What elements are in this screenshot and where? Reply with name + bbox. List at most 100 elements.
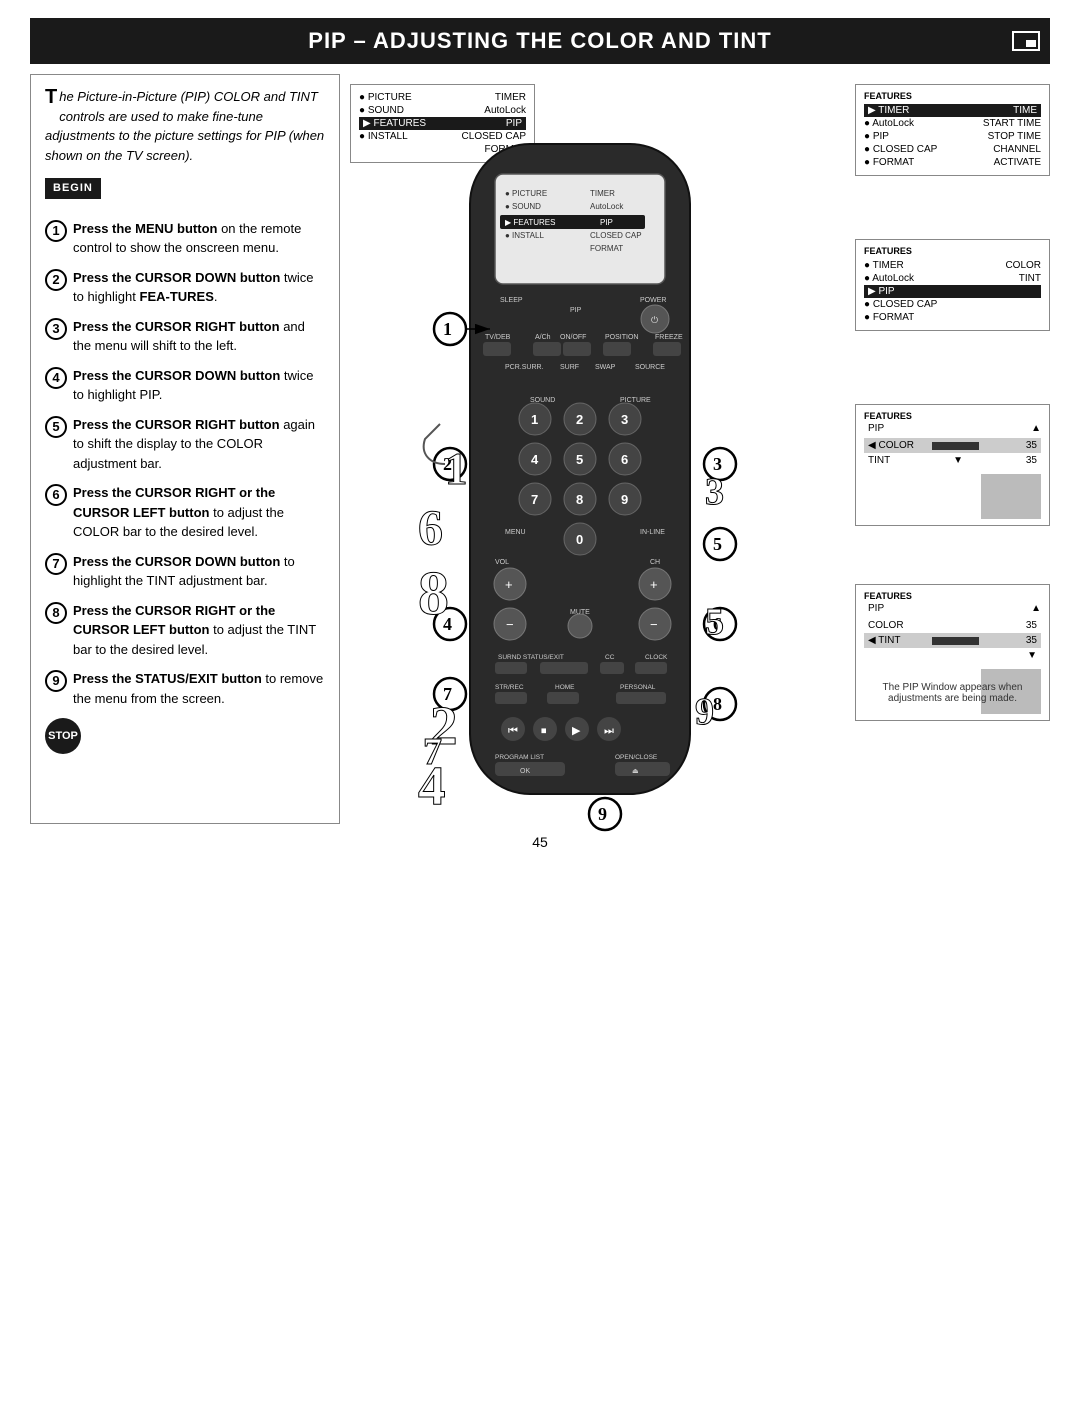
svg-text:● PICTURE: ● PICTURE [505, 189, 547, 198]
step-content-6: Press the CURSOR RIGHT or the CURSOR LEF… [73, 483, 325, 542]
step-content-1: Press the MENU button on the remote cont… [73, 219, 325, 258]
svg-text:IN-LINE: IN-LINE [640, 529, 665, 536]
color-bar-row: ◀ COLOR 35 [864, 438, 1041, 453]
svg-text:MENU: MENU [505, 529, 526, 536]
features-menu-1: FEATURES ▶ TIMERTIME ● AutoLockSTART TIM… [855, 84, 1050, 176]
svg-text:SOURCE: SOURCE [635, 364, 665, 371]
svg-text:HOME: HOME [555, 684, 575, 691]
feat2-row-timer: ● TIMERCOLOR [864, 259, 1041, 272]
svg-text:⏹: ⏹ [541, 725, 547, 737]
svg-text:1: 1 [443, 319, 452, 339]
svg-text:⏏: ⏏ [632, 768, 639, 775]
svg-text:8: 8 [576, 492, 583, 507]
page-header: PIP – Adjusting the Color and Tint [30, 18, 1050, 64]
pip-tint-subtitle: PIP ▲ [864, 603, 1041, 614]
svg-text:8: 8 [713, 694, 722, 714]
feat2-row-autolock: ● AutoLockTINT [864, 272, 1041, 285]
step-6: 6 Press the CURSOR RIGHT or the CURSOR L… [45, 483, 325, 542]
step-num-2: 2 [45, 269, 67, 291]
svg-text:6: 6 [418, 499, 443, 555]
feat1-row-pip: ● PIPSTOP TIME [864, 130, 1041, 143]
svg-text:5: 5 [713, 534, 722, 554]
svg-text:+: + [505, 577, 513, 592]
svg-text:CLOCK: CLOCK [645, 654, 668, 661]
svg-text:PERSONAL: PERSONAL [620, 684, 656, 691]
svg-text:SLEEP: SLEEP [500, 297, 523, 304]
pip-color-title: FEATURES [864, 411, 1041, 421]
svg-text:● SOUND: ● SOUND [505, 202, 541, 211]
svg-text:SURF: SURF [560, 364, 579, 371]
page-title: PIP – Adjusting the Color and Tint [50, 28, 1030, 54]
svg-text:PICTURE: PICTURE [620, 397, 651, 404]
step-num-3: 3 [45, 318, 67, 340]
svg-text:7: 7 [423, 731, 442, 773]
step-1: 1 Press the MENU button on the remote co… [45, 219, 325, 258]
svg-text:FORMAT: FORMAT [590, 244, 623, 253]
svg-text:6: 6 [621, 452, 628, 467]
menu-row-picture: ● PICTURETIMER [359, 91, 526, 104]
step-num-1: 1 [45, 220, 67, 242]
svg-text:4: 4 [531, 452, 539, 467]
step-content-5: Press the CURSOR RIGHT button again to s… [73, 415, 325, 474]
svg-text:AutoLock: AutoLock [590, 202, 624, 211]
step-content-7: Press the CURSOR DOWN button to highligh… [73, 552, 325, 591]
step-content-2: Press the CURSOR DOWN button twice to hi… [73, 268, 325, 307]
svg-text:STR/REC: STR/REC [495, 684, 524, 691]
step-2: 2 Press the CURSOR DOWN button twice to … [45, 268, 325, 307]
remote-control-area: ● PICTURE TIMER ● SOUND AutoLock ▶ FEATU… [350, 124, 830, 844]
begin-badge: BEGIN [45, 178, 101, 199]
svg-text:▶: ▶ [572, 725, 581, 737]
step-num-8: 8 [45, 602, 67, 624]
step-content-8: Press the CURSOR RIGHT or the CURSOR LEF… [73, 601, 325, 660]
pip-icon [1012, 31, 1040, 51]
svg-text:VOL: VOL [495, 559, 509, 566]
feat1-row-closedcap: ● CLOSED CAPCHANNEL [864, 143, 1041, 156]
svg-text:ON/OFF: ON/OFF [560, 334, 586, 341]
svg-text:● INSTALL: ● INSTALL [505, 231, 544, 240]
step-content-4: Press the CURSOR DOWN button twice to hi… [73, 366, 325, 405]
svg-text:OPEN/CLOSE: OPEN/CLOSE [615, 754, 658, 761]
svg-text:FREEZE: FREEZE [655, 334, 683, 341]
step-num-4: 4 [45, 367, 67, 389]
pip-tint-title: FEATURES [864, 591, 1041, 601]
svg-text:−: − [506, 617, 514, 632]
features-title-2: FEATURES [864, 246, 1041, 256]
features-title-1: FEATURES [864, 91, 1041, 101]
svg-text:⏮: ⏮ [508, 725, 518, 737]
pip-color-subtitle: PIP ▲ [864, 423, 1041, 434]
svg-text:SWAP: SWAP [595, 364, 616, 371]
step-3: 3 Press the CURSOR RIGHT button and the … [45, 317, 325, 356]
remote-svg: ● PICTURE TIMER ● SOUND AutoLock ▶ FEATU… [350, 124, 810, 854]
feat1-row-format: ● FORMATACTIVATE [864, 156, 1041, 169]
svg-text:3: 3 [705, 471, 724, 513]
pip-window-1 [981, 474, 1041, 519]
svg-text:1: 1 [531, 412, 538, 427]
feat1-row-timer: ▶ TIMERTIME [864, 104, 1041, 117]
svg-text:8: 8 [418, 560, 449, 628]
dropcap: T [45, 87, 57, 107]
svg-text:PIP: PIP [600, 218, 613, 227]
svg-text:⏻: ⏻ [651, 315, 658, 325]
svg-text:5: 5 [576, 452, 583, 467]
svg-text:−: − [650, 617, 658, 632]
svg-text:PIP: PIP [570, 307, 582, 314]
svg-text:CLOSED CAP: CLOSED CAP [590, 231, 642, 240]
color-row-static: COLOR35 [864, 618, 1041, 633]
tint-bar-row: ◀ TINT 35 [864, 633, 1041, 648]
step-4: 4 Press the CURSOR DOWN button twice to … [45, 366, 325, 405]
step-7: 7 Press the CURSOR DOWN button to highli… [45, 552, 325, 591]
svg-text:PROGRAM LIST: PROGRAM LIST [495, 754, 544, 761]
instructions-panel: The Picture-in-Picture (PIP) COLOR and T… [30, 74, 340, 824]
stop-badge: STOP [45, 718, 81, 754]
pip-color-menu: FEATURES PIP ▲ ◀ COLOR 35 TINT▼35 [855, 404, 1050, 526]
svg-text:POSITION: POSITION [605, 334, 638, 341]
svg-text:CH: CH [650, 559, 660, 566]
main-content: The Picture-in-Picture (PIP) COLOR and T… [30, 74, 1050, 824]
svg-text:9: 9 [598, 804, 607, 824]
svg-text:5: 5 [705, 601, 724, 643]
svg-text:1: 1 [445, 444, 468, 494]
svg-text:CC: CC [605, 654, 615, 661]
svg-text:0: 0 [576, 532, 583, 547]
svg-text:2: 2 [576, 412, 583, 427]
svg-text:TV/DEB: TV/DEB [485, 334, 511, 341]
